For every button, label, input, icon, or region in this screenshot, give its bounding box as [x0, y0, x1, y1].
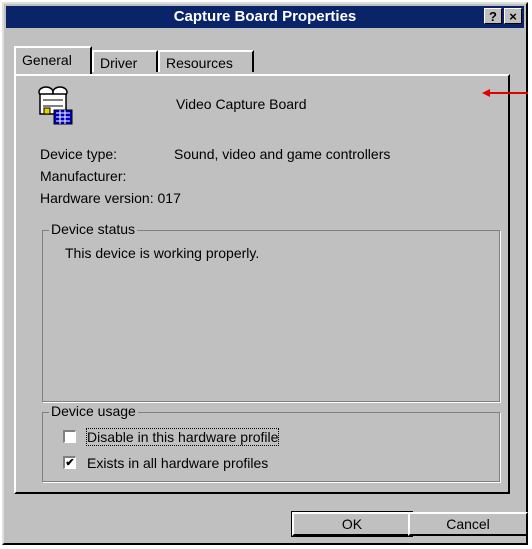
device-status-text: This device is working properly.: [65, 245, 260, 261]
help-button[interactable]: ?: [484, 8, 502, 24]
device-type-value: Sound, video and game controllers: [174, 146, 391, 162]
hardware-version-label: Hardware version:: [40, 190, 154, 206]
tab-resources[interactable]: Resources: [158, 50, 254, 72]
window-title: Capture Board Properties: [173, 8, 357, 25]
video-capture-device-icon: [38, 86, 73, 125]
device-type-label: Device type:: [40, 146, 118, 162]
device-usage-group: Device usage Disable in this hardware pr…: [42, 403, 500, 482]
checkbox-checked[interactable]: ✔: [63, 456, 76, 469]
hardware-version-value: 017: [157, 190, 181, 206]
device-name: Video Capture Board: [176, 96, 307, 112]
device-status-group: Device status This device is working pro…: [42, 221, 500, 402]
ok-button[interactable]: OK: [291, 511, 413, 537]
title-bar[interactable]: Capture Board Properties ? ×: [6, 6, 524, 28]
exists-all-profiles-label[interactable]: Exists in all hardware profiles: [87, 455, 268, 471]
device-status-title: Device status: [49, 221, 138, 237]
general-tab-panel: Video Capture Board Device type: Sound, …: [14, 74, 510, 494]
checkbox-unchecked[interactable]: [63, 430, 76, 443]
red-arrow-icon: [482, 89, 528, 97]
manufacturer-label: Manufacturer:: [40, 168, 127, 184]
disable-profile-label[interactable]: Disable in this hardware profile: [85, 428, 280, 446]
close-button[interactable]: ×: [504, 8, 522, 24]
tab-driver[interactable]: Driver: [92, 50, 158, 72]
tab-general[interactable]: General: [14, 46, 92, 74]
cancel-button[interactable]: Cancel: [408, 512, 528, 536]
hardware-version-row: Hardware version: 017: [40, 190, 181, 206]
device-usage-title: Device usage: [49, 403, 138, 419]
